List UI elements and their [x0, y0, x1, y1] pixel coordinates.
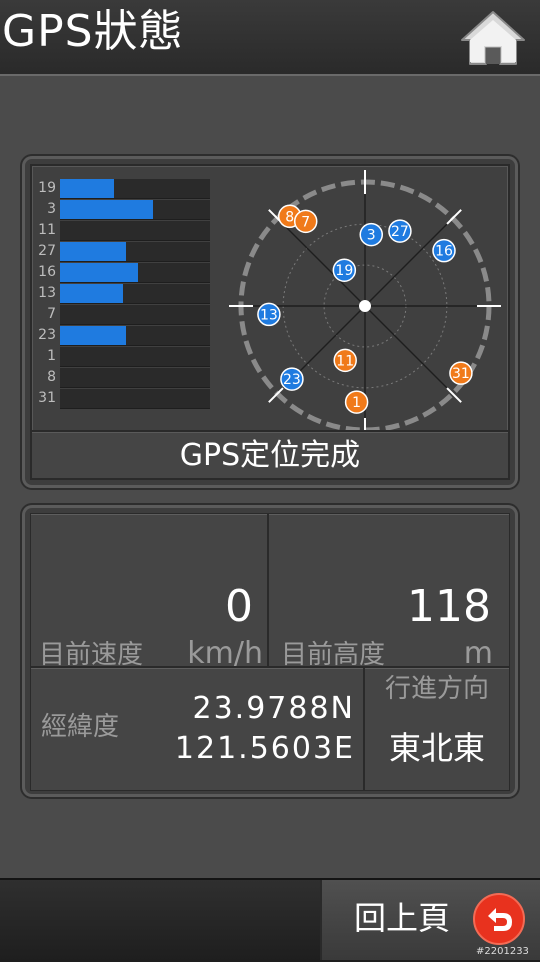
- satellite-id-label: 11: [38, 222, 56, 238]
- satellite-marker-label: 19: [335, 263, 353, 279]
- satellite-marker-label: 23: [283, 372, 301, 388]
- satellite-id-label: 1: [47, 348, 56, 364]
- signal-bar-fill: [60, 284, 123, 303]
- satellite-id-label: 27: [38, 243, 56, 259]
- speed-cell: 0 目前速度 km/h: [30, 513, 268, 671]
- signal-bar-track: [60, 242, 210, 262]
- signal-bar-list: 19 3 11 27 16 13 7 23 1 8 31: [32, 178, 222, 409]
- satellite-panel: 19 3 11 27 16 13 7 23 1 8 31 8 7 3 27 16 19 13 23 11 31 1 GP…: [22, 156, 518, 488]
- signal-bar-track: [60, 200, 210, 220]
- signal-bar-track: [60, 389, 210, 409]
- altitude-label: 目前高度: [281, 640, 386, 670]
- signal-bar-fill: [60, 179, 114, 198]
- coordinates-cell: 經緯度 23.9788N 121.5603E: [30, 667, 364, 791]
- signal-bar-row: 11: [32, 220, 222, 241]
- signal-bar-row: 7: [32, 304, 222, 325]
- satellite-id-label: 13: [38, 285, 56, 301]
- signal-bar-row: 23: [32, 325, 222, 346]
- speed-unit: km/h: [187, 636, 263, 671]
- signal-bar-row: 1: [32, 346, 222, 367]
- satellite-id-label: 8: [47, 369, 56, 385]
- satellite-marker-label: 13: [260, 307, 278, 323]
- signal-bar-row: 19: [32, 178, 222, 199]
- home-icon: [461, 11, 525, 65]
- longitude-value: 121.5603E: [174, 731, 355, 766]
- satellite-id-label: 3: [47, 201, 56, 217]
- satellite-marker-label: 11: [336, 353, 354, 369]
- altitude-value: 118: [407, 581, 491, 632]
- return-arrow-icon: [473, 893, 525, 945]
- signal-bar-track: [60, 368, 210, 388]
- page-title: GPS狀態: [2, 6, 184, 57]
- back-button-label: 回上頁: [354, 899, 451, 937]
- watermark-text: #2201233: [476, 946, 529, 957]
- heading-value: 東北東: [388, 729, 485, 767]
- satellite-id-label: 19: [38, 180, 56, 196]
- signal-bar-track: [60, 221, 210, 241]
- satellite-id-label: 7: [47, 306, 56, 322]
- heading-cell: 行進方向 東北東: [364, 667, 510, 791]
- signal-bar-row: 27: [32, 241, 222, 262]
- sky-diagonal-line: [364, 305, 454, 395]
- speed-value: 0: [225, 581, 253, 632]
- signal-bar-row: 16: [32, 262, 222, 283]
- signal-bar-track: [60, 305, 210, 325]
- satellite-id-label: 31: [38, 390, 56, 406]
- signal-bar-fill: [60, 242, 126, 261]
- home-button[interactable]: [458, 8, 528, 68]
- coordinates-label: 經緯度: [41, 712, 120, 742]
- status-strip: GPS定位完成: [32, 430, 508, 478]
- satellite-marker-label: 27: [391, 224, 409, 240]
- signal-bar-row: 31: [32, 388, 222, 409]
- heading-label: 行進方向: [384, 674, 489, 704]
- satellite-id-label: 16: [38, 264, 56, 280]
- signal-bar-track: [60, 326, 210, 346]
- signal-bar-row: 13: [32, 283, 222, 304]
- sky-center-dot: [359, 300, 371, 312]
- signal-bar-track: [60, 263, 210, 283]
- signal-bar-row: 3: [32, 199, 222, 220]
- signal-bar-fill: [60, 200, 153, 219]
- signal-bar-fill: [60, 263, 138, 282]
- header-bar: GPS狀態: [0, 0, 540, 76]
- gps-status-text: GPS定位完成: [179, 438, 361, 473]
- altitude-unit: m: [463, 636, 493, 671]
- satellite-marker-label: 1: [352, 395, 361, 411]
- satellite-marker-label: 31: [452, 366, 470, 382]
- satellite-marker-label: 8: [285, 209, 294, 225]
- satellite-id-label: 23: [38, 327, 56, 343]
- signal-bar-track: [60, 284, 210, 304]
- latitude-value: 23.9788N: [192, 691, 355, 726]
- satellite-panel-inner: 19 3 11 27 16 13 7 23 1 8 31 8 7 3 27 16 19 13 23 11 31 1 GP…: [30, 164, 510, 480]
- sky-plot: 8 7 3 27 16 19 13 23 11 31 1: [229, 170, 501, 434]
- satellite-marker-label: 3: [367, 228, 376, 244]
- satellite-marker-label: 16: [435, 244, 453, 260]
- signal-bar-row: 8: [32, 367, 222, 388]
- info-panel: 0 目前速度 km/h 118 目前高度 m 經緯度 23.9788N 121.…: [22, 505, 518, 797]
- altitude-cell: 118 目前高度 m: [268, 513, 510, 671]
- satellite-marker-label: 7: [301, 214, 310, 230]
- signal-bar-track: [60, 347, 210, 367]
- speed-label: 目前速度: [39, 640, 144, 670]
- signal-bar-track: [60, 179, 210, 199]
- signal-bar-fill: [60, 326, 126, 345]
